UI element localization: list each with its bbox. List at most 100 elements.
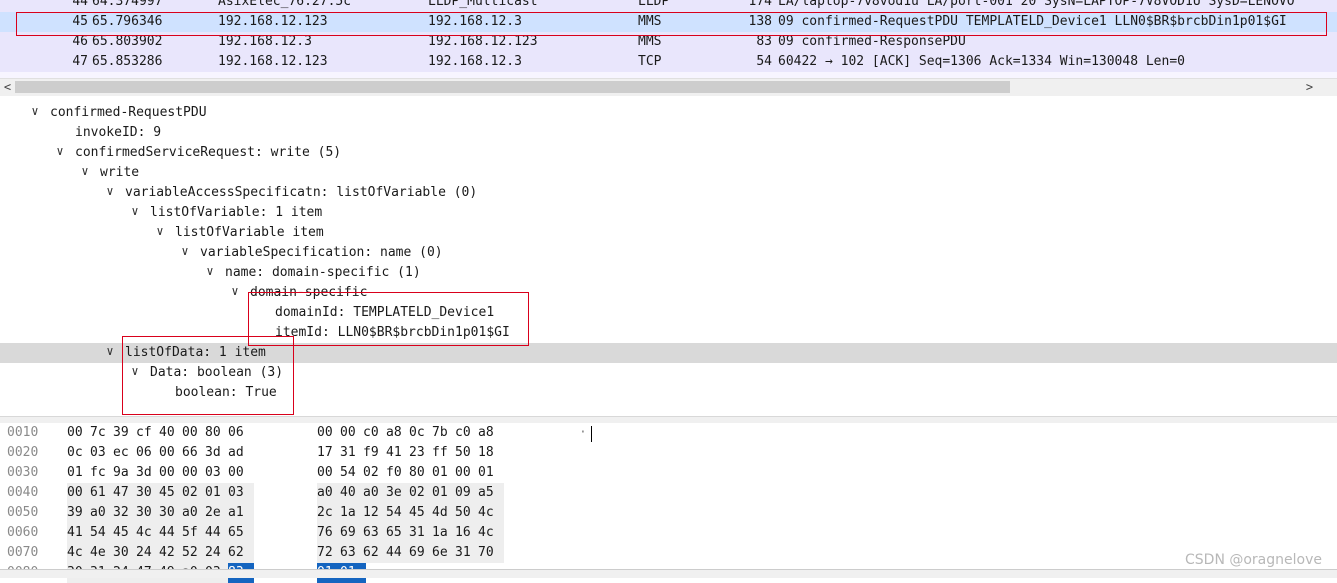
tree-node[interactable]: ∨ confirmedServiceRequest: write (5) [0,143,1337,163]
hex-byte[interactable]: 00 [182,423,204,443]
tree-node[interactable]: ∨ confirmed-RequestPDU [0,103,1337,123]
hex-byte[interactable]: a1 [228,503,254,523]
hex-byte[interactable]: 80 [409,463,431,483]
hex-byte[interactable]: 4c [478,503,504,523]
chevron-down-icon[interactable]: ∨ [128,364,142,378]
hex-byte[interactable]: 0c [67,443,89,463]
hex-byte[interactable]: 17 [317,443,339,463]
packet-row[interactable]: 46 65.803902 192.168.12.3 192.168.12.123 MMS… [0,32,1337,52]
tree-node-label: variableSpecification: name (0) [200,245,443,260]
tree-node[interactable]: ∨ listOfVariable item [0,223,1337,243]
hex-byte[interactable]: 01 [432,463,454,483]
chevron-down-icon[interactable]: ∨ [103,344,117,358]
hex-byte[interactable]: 39 [113,423,135,443]
chevron-down-icon[interactable]: ∨ [53,144,67,158]
hex-byte[interactable]: c0 [455,423,477,443]
tree-node-label: confirmedServiceRequest: write (5) [75,145,342,160]
hex-byte[interactable]: 41 [386,443,408,463]
hex-byte[interactable]: 02 [363,463,385,483]
hex-byte[interactable]: 40 [159,423,181,443]
packet-row[interactable]: 47 65.853286 192.168.12.123 192.168.12.3 TCP… [0,52,1337,72]
hex-byte[interactable]: ff [432,443,454,463]
tree-node-label: itemId: LLN0$BR$brcbDin1p01$GI [275,325,510,340]
hex-byte[interactable]: 80 [205,423,227,443]
hex-byte[interactable]: 70 [478,543,504,563]
hex-byte[interactable]: a8 [386,423,408,443]
chevron-down-icon[interactable]: ∨ [28,104,42,118]
hex-byte[interactable]: 00 [67,423,89,443]
hex-byte[interactable]: 4c [478,523,504,543]
chevron-down-icon[interactable]: ∨ [153,224,167,238]
chevron-down-icon[interactable]: ∨ [203,264,217,278]
hex-byte[interactable]: 31 [340,443,362,463]
hex-byte[interactable]: 00 [182,463,204,483]
hex-byte[interactable]: 23 [409,443,431,463]
tree-node[interactable]: ∨ write [0,163,1337,183]
hex-byte[interactable]: 00 [317,423,339,443]
tree-node-label: invokeID: 9 [75,125,162,140]
hex-byte[interactable]: cf [136,423,158,443]
hex-byte[interactable]: 7b [432,423,454,443]
hex-row: 0020 0c 03 ec 06 00 66 3d ad 17 31 f9 41 23 ff 50 18 [0,443,1337,463]
hex-byte[interactable]: 00 [228,463,250,483]
hex-byte[interactable]: 3d [136,463,158,483]
chevron-down-icon[interactable]: ∨ [128,204,142,218]
hex-byte[interactable]: 06 [228,423,250,443]
hex-byte[interactable]: 9a [113,463,135,483]
tree-node[interactable]: ∨ domain-specific [0,283,1337,303]
hex-byte[interactable]: ad [228,443,250,463]
hex-byte[interactable]: 01 [478,463,500,483]
chevron-down-icon[interactable]: ∨ [103,184,117,198]
packet-row[interactable]: 44 64.374997 AsixElec_76:27:5c LLDP_Multica… [0,0,1337,12]
hex-byte[interactable]: 00 [340,423,362,443]
hex-byte[interactable]: f0 [386,463,408,483]
hex-byte[interactable]: 62 [228,543,254,563]
hex-byte[interactable]: a5 [478,483,504,503]
tree-node-label: listOfData: 1 item [125,345,266,360]
tree-node-label: boolean: True [175,385,277,400]
tree-node[interactable]: ∨ variableAccessSpecificatn: listOfVariab… [0,183,1337,203]
hex-byte[interactable]: 03 [228,483,254,503]
tree-node[interactable]: invokeID: 9 [0,123,1337,143]
hex-offset: 0070 [7,545,39,560]
hex-byte[interactable]: 06 [136,443,158,463]
hex-byte[interactable]: 03 [205,463,227,483]
horizontal-scrollbar[interactable]: < > [0,78,1337,97]
tree-node[interactable]: boolean: True [0,383,1337,403]
hex-byte[interactable]: 7c [90,423,112,443]
hex-byte[interactable]: 66 [182,443,204,463]
tree-node[interactable]: domainId: TEMPLATELD_Device1 [0,303,1337,323]
tree-node[interactable]: itemId: LLN0$BR$brcbDin1p01$GI [0,323,1337,343]
hex-row: 0060 41 54 45 4c 44 5f 44 65 76 69 63 65 31 1a 16 4c [0,523,1337,543]
hex-byte[interactable]: fc [90,463,112,483]
scroll-left-arrow-icon[interactable]: < [0,79,15,96]
hex-byte[interactable]: 50 [455,443,477,463]
hex-byte[interactable]: 00 [317,463,339,483]
hex-byte[interactable]: 65 [228,523,254,543]
hex-byte[interactable]: 3d [205,443,227,463]
tree-node[interactable]: ∨ listOfVariable: 1 item [0,203,1337,223]
hex-byte[interactable]: 18 [478,443,500,463]
hex-byte[interactable]: 00 [159,463,181,483]
scroll-right-arrow-icon[interactable]: > [1302,79,1317,96]
tree-node[interactable]: ∨ listOfData: 1 item [0,343,1337,363]
hex-byte[interactable]: 00 [455,463,477,483]
hex-byte[interactable]: 0c [409,423,431,443]
chevron-down-icon[interactable]: ∨ [228,284,242,298]
hex-byte[interactable]: 03 [90,443,112,463]
tree-node[interactable]: ∨ variableSpecification: name (0) [0,243,1337,263]
tree-node[interactable]: ∨ name: domain-specific (1) [0,263,1337,283]
chevron-down-icon[interactable]: ∨ [78,164,92,178]
packet-row[interactable]: 45 65.796346 192.168.12.123 192.168.12.3 MMS… [0,12,1337,32]
hex-byte[interactable]: f9 [363,443,385,463]
hex-byte[interactable]: 54 [340,463,362,483]
hex-byte[interactable]: ec [113,443,135,463]
hex-byte[interactable]: 00 [159,443,181,463]
hex-byte[interactable]: a8 [478,423,500,443]
hex-byte[interactable]: c0 [363,423,385,443]
chevron-down-icon[interactable]: ∨ [178,244,192,258]
hex-offset: 0040 [7,485,39,500]
tree-node[interactable]: ∨ Data: boolean (3) [0,363,1337,383]
hex-byte[interactable]: 01 [67,463,89,483]
scroll-thumb[interactable] [15,81,1010,93]
